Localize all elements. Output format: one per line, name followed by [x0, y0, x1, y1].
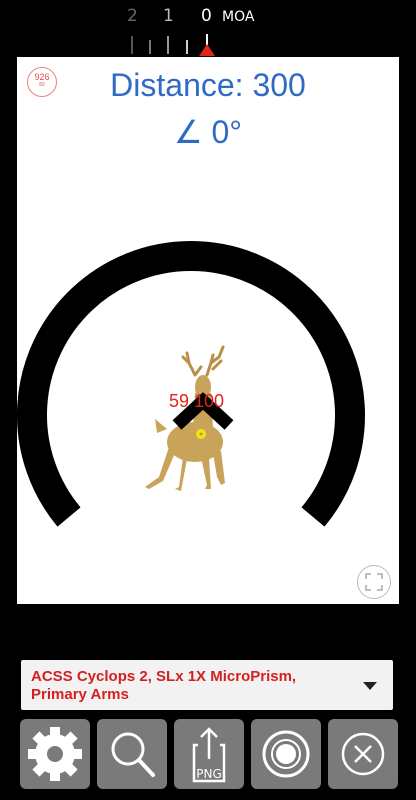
- moa-ruler[interactable]: 2 1 0 MOA: [0, 0, 416, 58]
- gear-icon: [28, 727, 82, 781]
- optic-select[interactable]: ACSS Cyclops 2, SLx 1X MicroPrism, Prima…: [21, 660, 393, 710]
- chevron-down-icon: [363, 682, 377, 690]
- ruler-tick: [167, 36, 169, 54]
- settings-button[interactable]: [20, 719, 90, 789]
- ruler-tick: [186, 40, 188, 54]
- target-icon: [262, 730, 310, 778]
- zoom-button[interactable]: [97, 719, 167, 789]
- ruler-label-2: 2: [127, 6, 138, 26]
- expand-icon: [365, 573, 383, 591]
- png-label: PNG: [196, 767, 222, 781]
- close-button[interactable]: [328, 719, 398, 789]
- ruler-tick: [149, 40, 151, 54]
- fit-view-button[interactable]: [357, 565, 391, 599]
- ruler-unit: MOA: [222, 9, 255, 25]
- ruler-label-1: 1: [163, 6, 174, 26]
- reticle-graphic: [17, 241, 365, 527]
- ruler-tick: [131, 36, 133, 54]
- ruler-position-marker: [199, 44, 215, 56]
- optic-select-value: ACSS Cyclops 2, SLx 1X MicroPrism, Prima…: [31, 668, 297, 703]
- horseshoe-reticle: [17, 241, 365, 527]
- shoot-button[interactable]: [251, 719, 321, 789]
- scope-view[interactable]: 926 82 Distance: 300 ∠ 0° 59 100: [17, 57, 399, 604]
- close-icon: [341, 732, 385, 776]
- bottom-toolbar: PNG: [20, 719, 400, 789]
- magnifier-icon: [111, 732, 155, 777]
- ruler-label-0: 0: [201, 6, 212, 26]
- export-png-button[interactable]: PNG: [174, 719, 244, 789]
- hit-readout: 59 100: [169, 391, 225, 411]
